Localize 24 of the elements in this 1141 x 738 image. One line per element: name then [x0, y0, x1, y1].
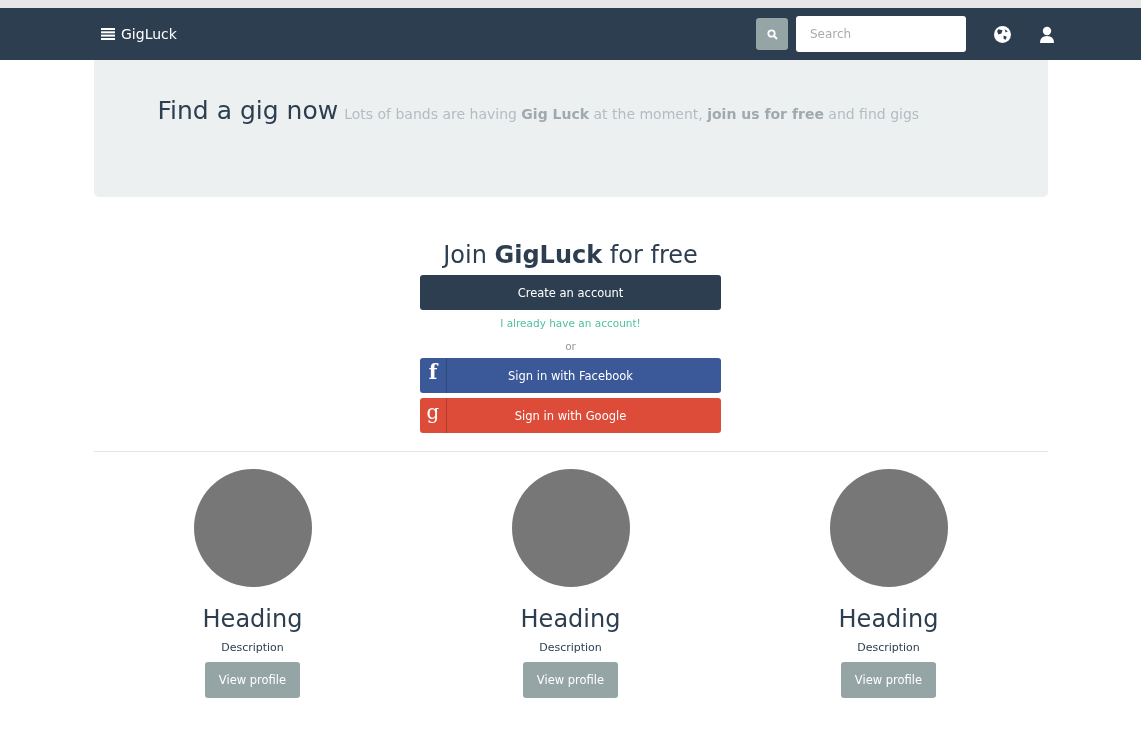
- profile-heading: Heading: [520, 605, 621, 633]
- social-signin-button[interactable]: f Sign in with Facebook: [420, 358, 721, 393]
- search-field[interactable]: Search: [796, 16, 966, 52]
- view-profile-button[interactable]: View profile: [204, 662, 301, 698]
- social-signin-button[interactable]: g Sign in with Google: [420, 398, 721, 433]
- hero-text: Lots of bands are having Gig Luck at the moment, join us for free and find gigs: [344, 106, 920, 122]
- brand-link[interactable]: GigLuck: [101, 26, 177, 42]
- join-heading: Join GigLuck for free: [443, 241, 698, 269]
- profile-heading: Heading: [838, 605, 939, 633]
- view-profile-button[interactable]: View profile: [522, 662, 619, 698]
- profile-description: Description: [221, 641, 284, 654]
- hero-title: Find a gig now: [157, 96, 339, 125]
- separator-text: or: [565, 340, 576, 352]
- create-account-button[interactable]: Create an account: [420, 275, 721, 310]
- search-icon: [766, 28, 778, 40]
- profile-heading: Heading: [202, 605, 303, 633]
- menu-icon: [101, 28, 115, 40]
- profile-description: Description: [539, 641, 602, 654]
- profile-description: Description: [857, 641, 920, 654]
- globe-icon[interactable]: [994, 25, 1011, 43]
- brand-name: GigLuck: [121, 26, 177, 42]
- login-link[interactable]: I already have an account!: [500, 317, 641, 329]
- view-profile-button[interactable]: View profile: [840, 662, 937, 698]
- user-icon[interactable]: [1039, 25, 1055, 43]
